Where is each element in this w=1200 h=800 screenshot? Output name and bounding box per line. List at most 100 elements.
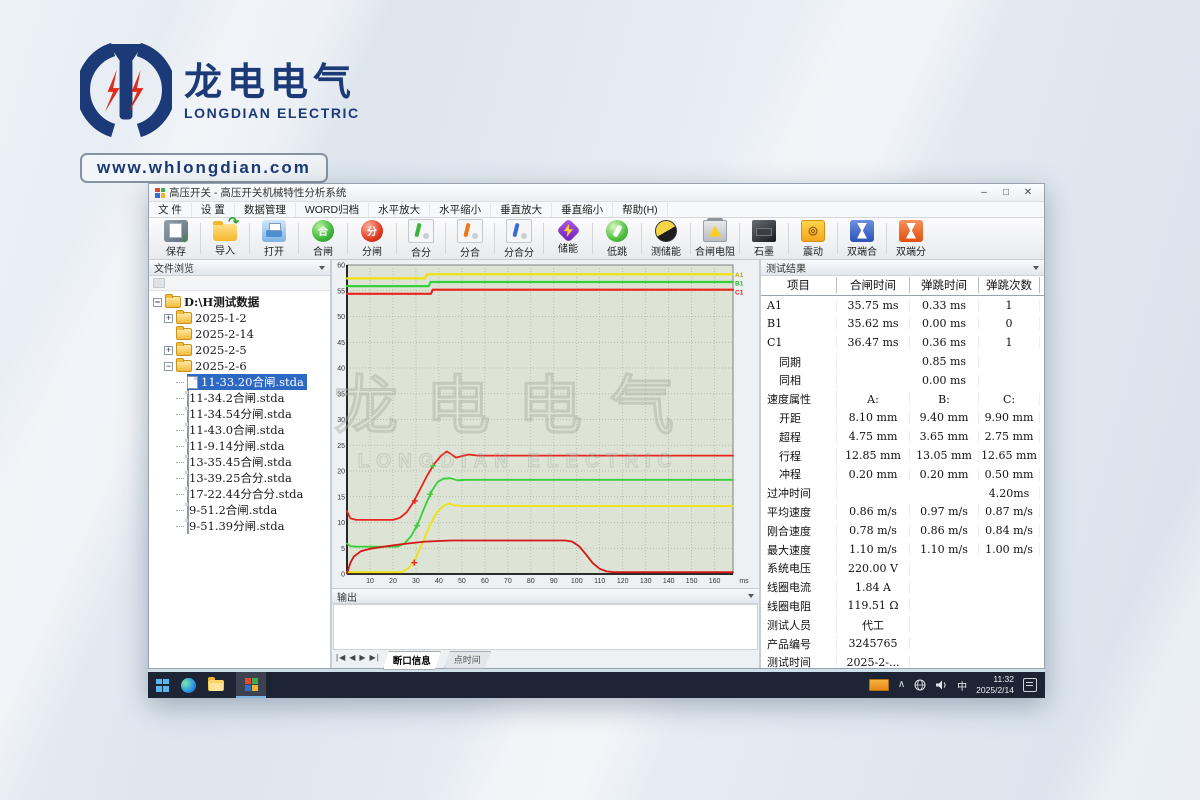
toolbar-button-open[interactable]: 打开 bbox=[251, 218, 297, 259]
toolbar-button-resistor[interactable]: 合闸电阻 bbox=[692, 218, 738, 259]
toolbar-button-lowtrip[interactable]: 低跳 bbox=[594, 218, 640, 259]
toolbar-button-dual-open[interactable]: 双端分 bbox=[888, 218, 934, 259]
tree-expander-icon[interactable]: − bbox=[164, 362, 173, 371]
toolbar-button-vibration[interactable]: 震动 bbox=[790, 218, 836, 259]
maximize-button[interactable]: □ bbox=[996, 187, 1016, 198]
menu-item[interactable]: 水平放大 bbox=[369, 203, 430, 217]
workspace: 龙电电气 LONGDIAN ELECTRIC 文件浏览 −D:\H测试数据+20… bbox=[149, 260, 1044, 668]
tree-expander-icon[interactable]: + bbox=[164, 314, 173, 323]
chevron-down-icon[interactable] bbox=[1033, 266, 1039, 270]
table-row: 速度属性A:B:C: bbox=[761, 390, 1044, 409]
chevron-down-icon[interactable] bbox=[748, 594, 754, 598]
menu-item[interactable]: 垂直放大 bbox=[491, 203, 552, 217]
svg-text:45: 45 bbox=[337, 340, 345, 347]
tree-item[interactable]: 2025-2-14 bbox=[164, 326, 330, 342]
tree-item-label: 11-34.54分闸.stda bbox=[189, 407, 292, 421]
toolbar-button-save[interactable]: 保存 bbox=[153, 218, 199, 259]
menu-item[interactable]: WORD归档 bbox=[296, 203, 369, 217]
svg-text:ms: ms bbox=[739, 578, 749, 585]
menu-item[interactable]: 帮助(H) bbox=[613, 203, 668, 217]
tree-item-selected: 11-33.20合闸.stda bbox=[187, 374, 307, 390]
menu-bar: 文 件设 置数据管理WORD归档水平放大水平缩小垂直放大垂直缩小帮助(H) bbox=[149, 202, 1044, 218]
file-icon bbox=[187, 390, 189, 406]
tree-item[interactable]: +2025-2-5 bbox=[164, 342, 330, 358]
close-button[interactable]: ✕ bbox=[1018, 187, 1038, 198]
tab-inactive[interactable]: 点时间 bbox=[444, 651, 491, 669]
results-cell: 12.65 mm bbox=[979, 449, 1040, 462]
toolbar-button-close-op[interactable]: 合合闸 bbox=[300, 218, 346, 259]
edge-browser-icon[interactable] bbox=[181, 678, 196, 693]
open-icon bbox=[262, 220, 286, 242]
menu-item[interactable]: 水平缩小 bbox=[430, 203, 491, 217]
tree-item[interactable]: 11-9.14分闸.stda bbox=[176, 438, 330, 454]
tree-item[interactable]: 11-43.0合闸.stda bbox=[176, 422, 330, 438]
toolbar-button-import[interactable]: 导入 bbox=[202, 218, 248, 259]
table-row: A135.75 ms0.33 ms1 bbox=[761, 296, 1044, 315]
toolbar-button-dual-close[interactable]: 双端合 bbox=[839, 218, 885, 259]
minimize-button[interactable]: – bbox=[974, 187, 994, 198]
tree-item[interactable]: 9-51.2合闸.stda bbox=[176, 502, 330, 518]
tree-item[interactable]: 11-34.2合闸.stda bbox=[176, 390, 330, 406]
toolbar-button-co[interactable]: 合分 bbox=[398, 218, 444, 259]
tab-nav-arrow[interactable]: |◀ bbox=[336, 651, 346, 662]
results-cell: 0.86 m/s bbox=[910, 524, 979, 537]
tab-nav-arrow[interactable]: ▶ bbox=[359, 651, 366, 662]
svg-text:20: 20 bbox=[389, 578, 397, 585]
tray-expand-icon[interactable]: ∧ bbox=[898, 680, 905, 690]
network-globe-icon[interactable] bbox=[914, 679, 926, 691]
results-cell: 0.87 m/s bbox=[979, 505, 1040, 518]
speaker-icon[interactable] bbox=[935, 679, 948, 691]
ime-indicator[interactable]: 中 bbox=[957, 678, 967, 693]
tree-item[interactable]: 9-51.39分闸.stda bbox=[176, 518, 330, 534]
toolbar-separator bbox=[739, 223, 740, 254]
chevron-down-icon[interactable] bbox=[319, 266, 325, 270]
results-row-label: 产品编号 bbox=[761, 636, 837, 652]
table-row: 同期0.85 ms bbox=[761, 352, 1044, 371]
tree-item[interactable]: 11-34.54分闸.stda bbox=[176, 406, 330, 422]
results-cell: 0 bbox=[979, 317, 1040, 330]
tree-item[interactable]: +2025-1-2 bbox=[164, 310, 330, 326]
energy-icon bbox=[556, 218, 580, 242]
svg-text:B1: B1 bbox=[735, 281, 744, 288]
notification-center-icon[interactable] bbox=[1023, 678, 1037, 692]
menu-item[interactable]: 垂直缩小 bbox=[552, 203, 613, 217]
results-header-cell: 合闸时间 bbox=[837, 277, 910, 293]
toolbar-button-graphite[interactable]: 石墨 bbox=[741, 218, 787, 259]
tab-nav-arrow[interactable]: ◀ bbox=[349, 651, 356, 662]
toolbar-button-energy[interactable]: 储能 bbox=[545, 218, 591, 259]
tree-item[interactable]: 17-22.44分合分.stda bbox=[176, 486, 330, 502]
tree-item[interactable]: 13-39.25合分.stda bbox=[176, 470, 330, 486]
svg-text:70: 70 bbox=[504, 578, 512, 585]
table-row: 线圈电阻119.51 Ω bbox=[761, 597, 1044, 616]
menu-item[interactable]: 数据管理 bbox=[235, 203, 296, 217]
tab-nav-arrow[interactable]: ▶| bbox=[370, 651, 380, 662]
tree-expander-icon[interactable]: + bbox=[164, 346, 173, 355]
tree-expander-icon[interactable]: − bbox=[153, 298, 162, 307]
tree-item[interactable]: 11-33.20合闸.stda bbox=[176, 374, 330, 390]
taskbar-active-app[interactable] bbox=[236, 672, 266, 698]
svg-text:C1: C1 bbox=[735, 289, 744, 296]
toolbar-button-measure-energy[interactable]: 测储能 bbox=[643, 218, 689, 259]
svg-text:50: 50 bbox=[458, 578, 466, 585]
menu-item[interactable]: 文 件 bbox=[149, 203, 192, 217]
start-button[interactable] bbox=[156, 679, 169, 692]
file-icon bbox=[187, 422, 189, 438]
toolbar-button-open-op[interactable]: 分分闸 bbox=[349, 218, 395, 259]
system-clock[interactable]: 11:32 2025/2/14 bbox=[976, 674, 1014, 695]
tree-root[interactable]: −D:\H测试数据 bbox=[153, 294, 330, 310]
svg-text:0: 0 bbox=[341, 572, 345, 579]
svg-text:60: 60 bbox=[337, 263, 345, 270]
toolbar-separator bbox=[494, 223, 495, 254]
tray-app-icon[interactable] bbox=[869, 679, 889, 691]
tree-item[interactable]: 13-35.45合闸.stda bbox=[176, 454, 330, 470]
file-icon bbox=[187, 518, 189, 534]
toolbar-button-coc[interactable]: 分合分 bbox=[496, 218, 542, 259]
tree-item-label: 11-9.14分闸.stda bbox=[189, 439, 285, 453]
tree-item-label: 9-51.39分闸.stda bbox=[189, 519, 285, 533]
table-row: 平均速度0.86 m/s0.97 m/s0.87 m/s bbox=[761, 503, 1044, 522]
tab-active[interactable]: 断口信息 bbox=[383, 651, 441, 670]
tree-item[interactable]: −2025-2-6 bbox=[164, 358, 330, 374]
toolbar-button-oc[interactable]: 分合 bbox=[447, 218, 493, 259]
file-explorer-icon[interactable] bbox=[208, 680, 224, 691]
results-row-label: A1 bbox=[761, 299, 837, 312]
